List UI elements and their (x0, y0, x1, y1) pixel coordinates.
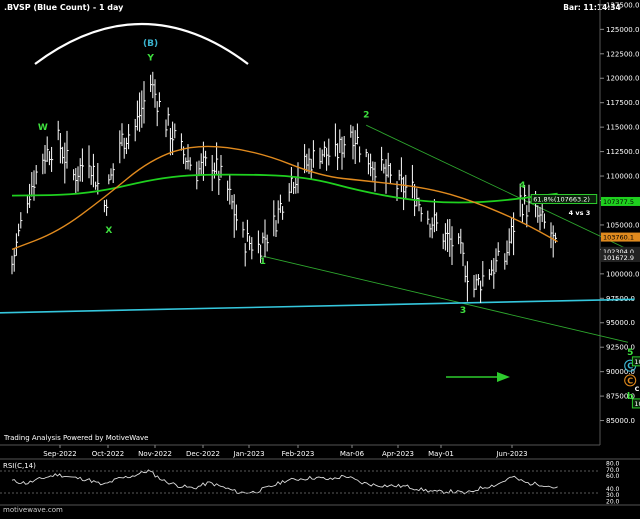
x-tick-label: Sep-2022 (43, 450, 77, 458)
y-tick-label: 112500.0 (606, 148, 639, 156)
x-tick-label: Jan-2023 (232, 450, 264, 458)
x-tick-label: May-01 (428, 450, 454, 458)
rsi-tick-label: 60.0 (606, 473, 620, 480)
attribution: Trading Analysis Powered by MotiveWave (3, 434, 148, 442)
wave-label: 3 (460, 306, 466, 316)
fib-box-label: 61.8%(107663.2) (533, 196, 590, 204)
chart-window: .BVSP (Blue Count) - 1 day Bar: 11:14:34… (0, 0, 640, 515)
y-tick-label: 122500.0 (606, 50, 639, 58)
price-label: 101672.9 (603, 254, 634, 262)
y-tick-label: 95000.0 (606, 319, 635, 327)
annotation-label: 4 vs 3 (569, 209, 591, 217)
wave-label: 2 (363, 110, 369, 120)
x-tick-label: Oct-2022 (92, 450, 124, 458)
y-tick-label: 127500.0 (606, 1, 639, 9)
y-tick-label: 100000.0 (606, 270, 639, 278)
wave-label: Y (146, 54, 154, 64)
x-tick-label: Nov-2022 (138, 450, 172, 458)
wave-label: (B) (143, 39, 158, 49)
x-tick-label: Jun-2023 (495, 450, 527, 458)
x-tick-label: Apr-2023 (382, 450, 414, 458)
y-tick-label: 115000.0 (606, 124, 639, 132)
chart-title: .BVSP (Blue Count) - 1 day (4, 3, 124, 12)
y-tick-label: 105000.0 (606, 221, 639, 229)
wave-label: 1 (260, 257, 266, 267)
fib-box-label: 100.0%(91457.0) (634, 358, 640, 366)
y-tick-label: 117500.0 (606, 99, 639, 107)
y-tick-label: 125000.0 (606, 26, 639, 34)
price-chart[interactable]: .BVSP (Blue Count) - 1 day Bar: 11:14:34… (0, 0, 640, 515)
brand-logo: motivewave.com (3, 506, 63, 514)
rsi-tick-label: 20.0 (606, 498, 620, 505)
wave-label: X (105, 226, 112, 236)
price-label: 103760.1 (603, 234, 634, 242)
wave-label: 4 (519, 181, 525, 191)
x-tick-label: Mar-06 (340, 450, 365, 458)
y-tick-label: 120000.0 (606, 75, 639, 83)
fib-box-label: 100.0%(87681.1) (634, 400, 640, 408)
rsi-label: RSI(C,14) (3, 462, 36, 470)
annotation-label: C vs A (Zig Zag) (635, 385, 640, 393)
y-tick-label: 110000.0 (606, 173, 639, 181)
x-tick-label: Dec-2022 (186, 450, 220, 458)
wave-label: C (627, 376, 633, 385)
wave-label: W (38, 123, 48, 133)
price-label: 107377.5 (603, 198, 634, 206)
x-tick-label: Feb-2023 (282, 450, 315, 458)
y-tick-label: 85000.0 (606, 417, 635, 425)
